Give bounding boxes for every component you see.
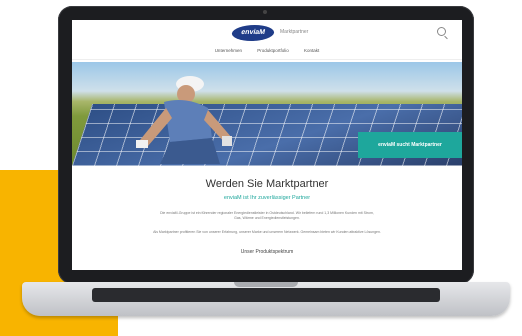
laptop-notch [234,282,298,287]
enviam-logo[interactable]: enviaM [230,25,276,41]
section-heading: Unser Produktspektrum [240,248,294,255]
page-subtitle: enviaM ist Ihr zuverlässiger Partner [223,195,311,201]
header-tagline: Marktpartner [280,29,309,35]
main-content: Werden Sie Marktpartner enviaM ist Ihr z… [72,166,462,255]
hero-image: enviaM sucht Marktpartner [72,62,462,166]
main-nav: Unternehmen Produktportfolio Kontakt [72,48,462,53]
solar-worker-image [136,76,232,164]
nav-item-kontakt[interactable]: Kontakt [304,48,319,53]
page-title: Werden Sie Marktpartner [205,178,329,190]
laptop-base [22,282,510,316]
header-divider [72,59,462,60]
hero-cta-button[interactable]: enviaM sucht Marktpartner [358,132,462,158]
intro-paragraph: Die enviaM-Gruppe ist ein führender regi… [160,211,374,221]
search-icon[interactable] [437,27,446,36]
partner-paragraph: Als Marktpartner profitieren Sie von uns… [153,229,381,234]
webcam-icon [263,10,267,14]
laptop-screen: enviaM Marktpartner Unternehmen Produktp… [72,20,462,270]
nav-item-produktportfolio[interactable]: Produktportfolio [257,48,289,53]
nav-item-unternehmen[interactable]: Unternehmen [215,48,242,53]
site-header: enviaM Marktpartner Unternehmen Produktp… [72,20,462,62]
keyboard-area [92,288,440,302]
